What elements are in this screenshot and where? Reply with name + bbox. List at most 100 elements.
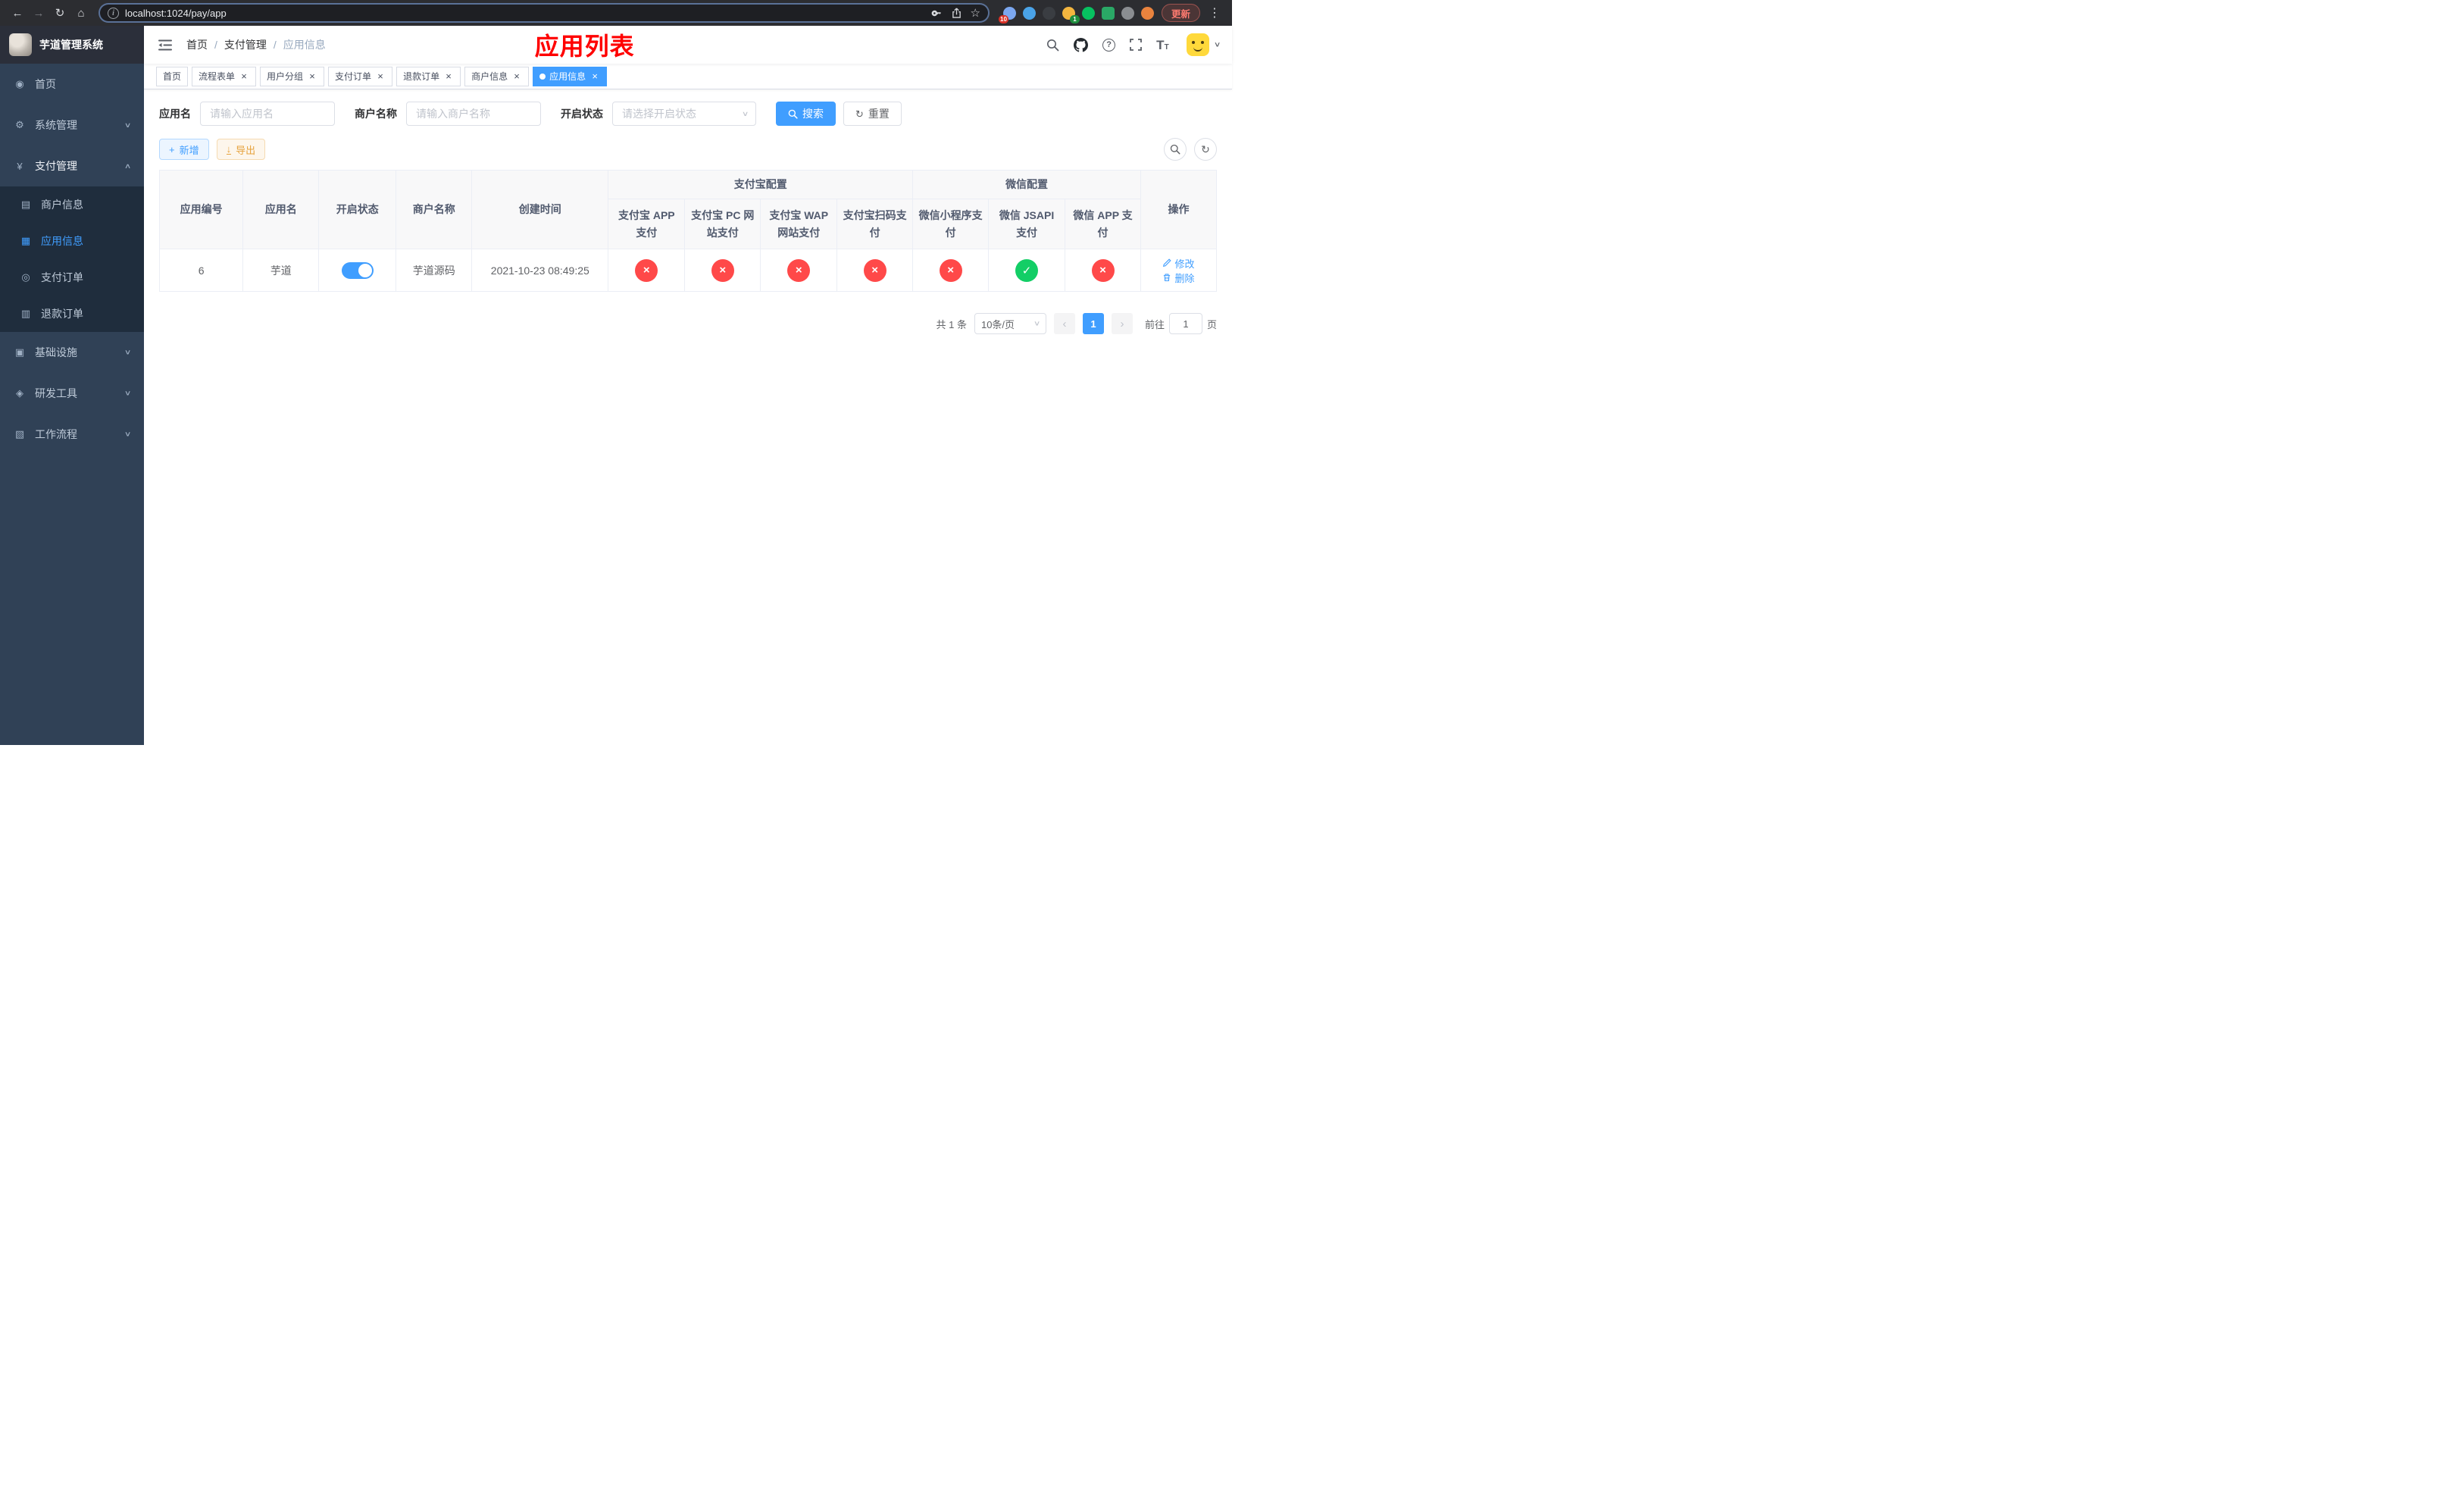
extension-icon[interactable]: 10: [998, 6, 1016, 23]
gear-icon: ⚙: [15, 119, 24, 130]
sidebar-item-merchant-info[interactable]: ▤ 商户信息: [0, 186, 144, 223]
tab-home[interactable]: 首页: [156, 66, 189, 86]
goto-page-input[interactable]: [1168, 313, 1202, 334]
sidebar-item-system[interactable]: ⚙ 系统管理 ∨: [0, 105, 144, 146]
breadcrumb: 首页 / 支付管理 / 应用信息: [186, 37, 326, 52]
extension-icon[interactable]: [1101, 6, 1115, 20]
app-name-label: 应用名: [159, 108, 191, 120]
extension-badge: 1: [1069, 14, 1080, 23]
export-button[interactable]: ↓ 导出: [216, 139, 266, 160]
user-menu[interactable]: ∨: [1186, 33, 1221, 56]
sidebar-item-label: 系统管理: [35, 119, 77, 131]
add-button[interactable]: + 新增: [159, 139, 209, 160]
bookmark-star-icon[interactable]: ☆: [971, 6, 980, 20]
navbar: 首页 / 支付管理 / 应用信息 应用列表 ? TT ∨: [144, 26, 1232, 64]
close-icon[interactable]: ×: [239, 71, 249, 82]
chevron-down-icon: ∨: [124, 390, 132, 397]
status-select-placeholder: 请选择开启状态: [622, 108, 696, 120]
app-name-input[interactable]: [200, 102, 335, 126]
extension-icon[interactable]: 1: [1062, 6, 1080, 23]
tab-app-info[interactable]: 应用信息 ×: [533, 66, 608, 86]
browser-back-icon[interactable]: ←: [8, 3, 27, 23]
sidebar-item-label: 基础设施: [35, 346, 77, 358]
col-merchant: 商户名称: [396, 170, 473, 249]
status-label: 开启状态: [561, 108, 603, 120]
breadcrumb-item-home[interactable]: 首页: [186, 37, 208, 52]
sidebar-item-refund-order[interactable]: ▥ 退款订单: [0, 296, 144, 332]
browser-reload-icon[interactable]: ↻: [50, 3, 70, 23]
close-icon[interactable]: ×: [307, 71, 317, 82]
edit-button[interactable]: 修改: [1162, 256, 1195, 271]
help-icon[interactable]: ?: [1102, 38, 1116, 52]
delete-button[interactable]: 删除: [1162, 271, 1195, 285]
cell-app-id: 6: [158, 249, 244, 292]
prev-page-button[interactable]: ‹: [1053, 313, 1075, 334]
tab-pay-order[interactable]: 支付订单 ×: [328, 66, 393, 86]
extension-icon[interactable]: [1081, 6, 1095, 20]
app-title: 芋道管理系统: [39, 39, 103, 51]
font-size-icon[interactable]: TT: [1156, 39, 1169, 52]
site-info-icon[interactable]: i: [108, 7, 119, 19]
page-1-button[interactable]: 1: [1082, 313, 1104, 334]
close-icon[interactable]: ×: [511, 71, 522, 82]
col-app-name: 应用名: [242, 170, 320, 249]
extension-icon[interactable]: [1042, 6, 1055, 20]
tab-label: 商户信息: [471, 71, 508, 82]
extension-icon[interactable]: [1022, 6, 1036, 20]
cell-wechat-jsapi: ✓: [988, 249, 1066, 292]
browser-forward-icon[interactable]: →: [29, 3, 48, 23]
search-icon[interactable]: [1046, 39, 1059, 52]
close-icon[interactable]: ×: [589, 71, 600, 82]
cell-created: 2021-10-23 08:49:25: [471, 249, 609, 292]
sidebar-item-payment[interactable]: ¥ 支付管理 ∧: [0, 146, 144, 186]
tab-merchant-info[interactable]: 商户信息 ×: [464, 66, 530, 86]
app-logo[interactable]: 芋道管理系统: [0, 26, 144, 64]
pin-icon[interactable]: [1121, 6, 1134, 20]
password-key-icon[interactable]: [931, 8, 943, 19]
github-icon[interactable]: [1074, 37, 1089, 52]
next-page-button[interactable]: ›: [1111, 313, 1133, 334]
sidebar-item-dev-tools[interactable]: ◈ 研发工具 ∨: [0, 373, 144, 414]
tab-process-form[interactable]: 流程表单 ×: [192, 66, 257, 86]
close-icon[interactable]: ×: [443, 71, 454, 82]
address-bar[interactable]: i localhost:1024/pay/app ☆: [98, 3, 990, 23]
col-alipay-wap: 支付宝 WAP 网站支付: [760, 199, 838, 249]
status-select[interactable]: 请选择开启状态 ∨: [612, 102, 756, 126]
sidebar-item-pay-order[interactable]: ◎ 支付订单: [0, 259, 144, 296]
sidebar-item-home[interactable]: ◉ 首页: [0, 64, 144, 105]
sidebar-item-app-info[interactable]: ▦ 应用信息: [0, 223, 144, 259]
sidebar-item-label: 研发工具: [35, 387, 77, 399]
breadcrumb-item-payment[interactable]: 支付管理: [224, 37, 267, 52]
download-icon: ↓: [226, 143, 232, 155]
cell-wechat-app: ×: [1065, 249, 1141, 292]
profile-avatar-icon[interactable]: [1140, 6, 1154, 20]
close-icon[interactable]: ×: [375, 71, 386, 82]
fullscreen-icon[interactable]: [1130, 39, 1143, 51]
alipay-pc-status-icon: ×: [711, 258, 734, 282]
tab-refund-order[interactable]: 退款订单 ×: [396, 66, 461, 86]
refresh-table-button[interactable]: ↻: [1194, 138, 1217, 161]
chevron-down-icon: ∨: [1213, 41, 1221, 49]
sidebar-item-workflow[interactable]: ▧ 工作流程 ∨: [0, 414, 144, 455]
col-status: 开启状态: [318, 170, 397, 249]
sidebar-item-infrastructure[interactable]: ▣ 基础设施 ∨: [0, 332, 144, 373]
page-content: 应用名 商户名称 开启状态 请选择开启状态 ∨ 搜索: [144, 89, 1232, 745]
alipay-app-status-icon: ×: [635, 258, 658, 282]
toggle-search-button[interactable]: [1164, 138, 1187, 161]
user-avatar: [1186, 33, 1209, 56]
search-button[interactable]: 搜索: [776, 102, 836, 126]
sidebar-toggle-icon[interactable]: [156, 37, 174, 52]
page-size-select[interactable]: 10条/页 ∨: [974, 313, 1046, 334]
reset-button[interactable]: ↻ 重置: [843, 102, 902, 126]
browser-home-icon[interactable]: ⌂: [71, 3, 91, 23]
browser-update-button[interactable]: 更新: [1161, 4, 1200, 22]
merchant-name-input[interactable]: [406, 102, 541, 126]
col-alipay-qr: 支付宝扫码支付: [836, 199, 914, 249]
share-icon[interactable]: [952, 8, 962, 19]
total-count: 共 1 条: [936, 318, 967, 330]
tab-user-group[interactable]: 用户分组 ×: [260, 66, 325, 86]
browser-menu-icon[interactable]: ⋮: [1205, 3, 1224, 23]
status-toggle[interactable]: [341, 261, 374, 279]
sidebar-item-label: 应用信息: [41, 235, 83, 247]
logo-avatar: [9, 33, 32, 56]
